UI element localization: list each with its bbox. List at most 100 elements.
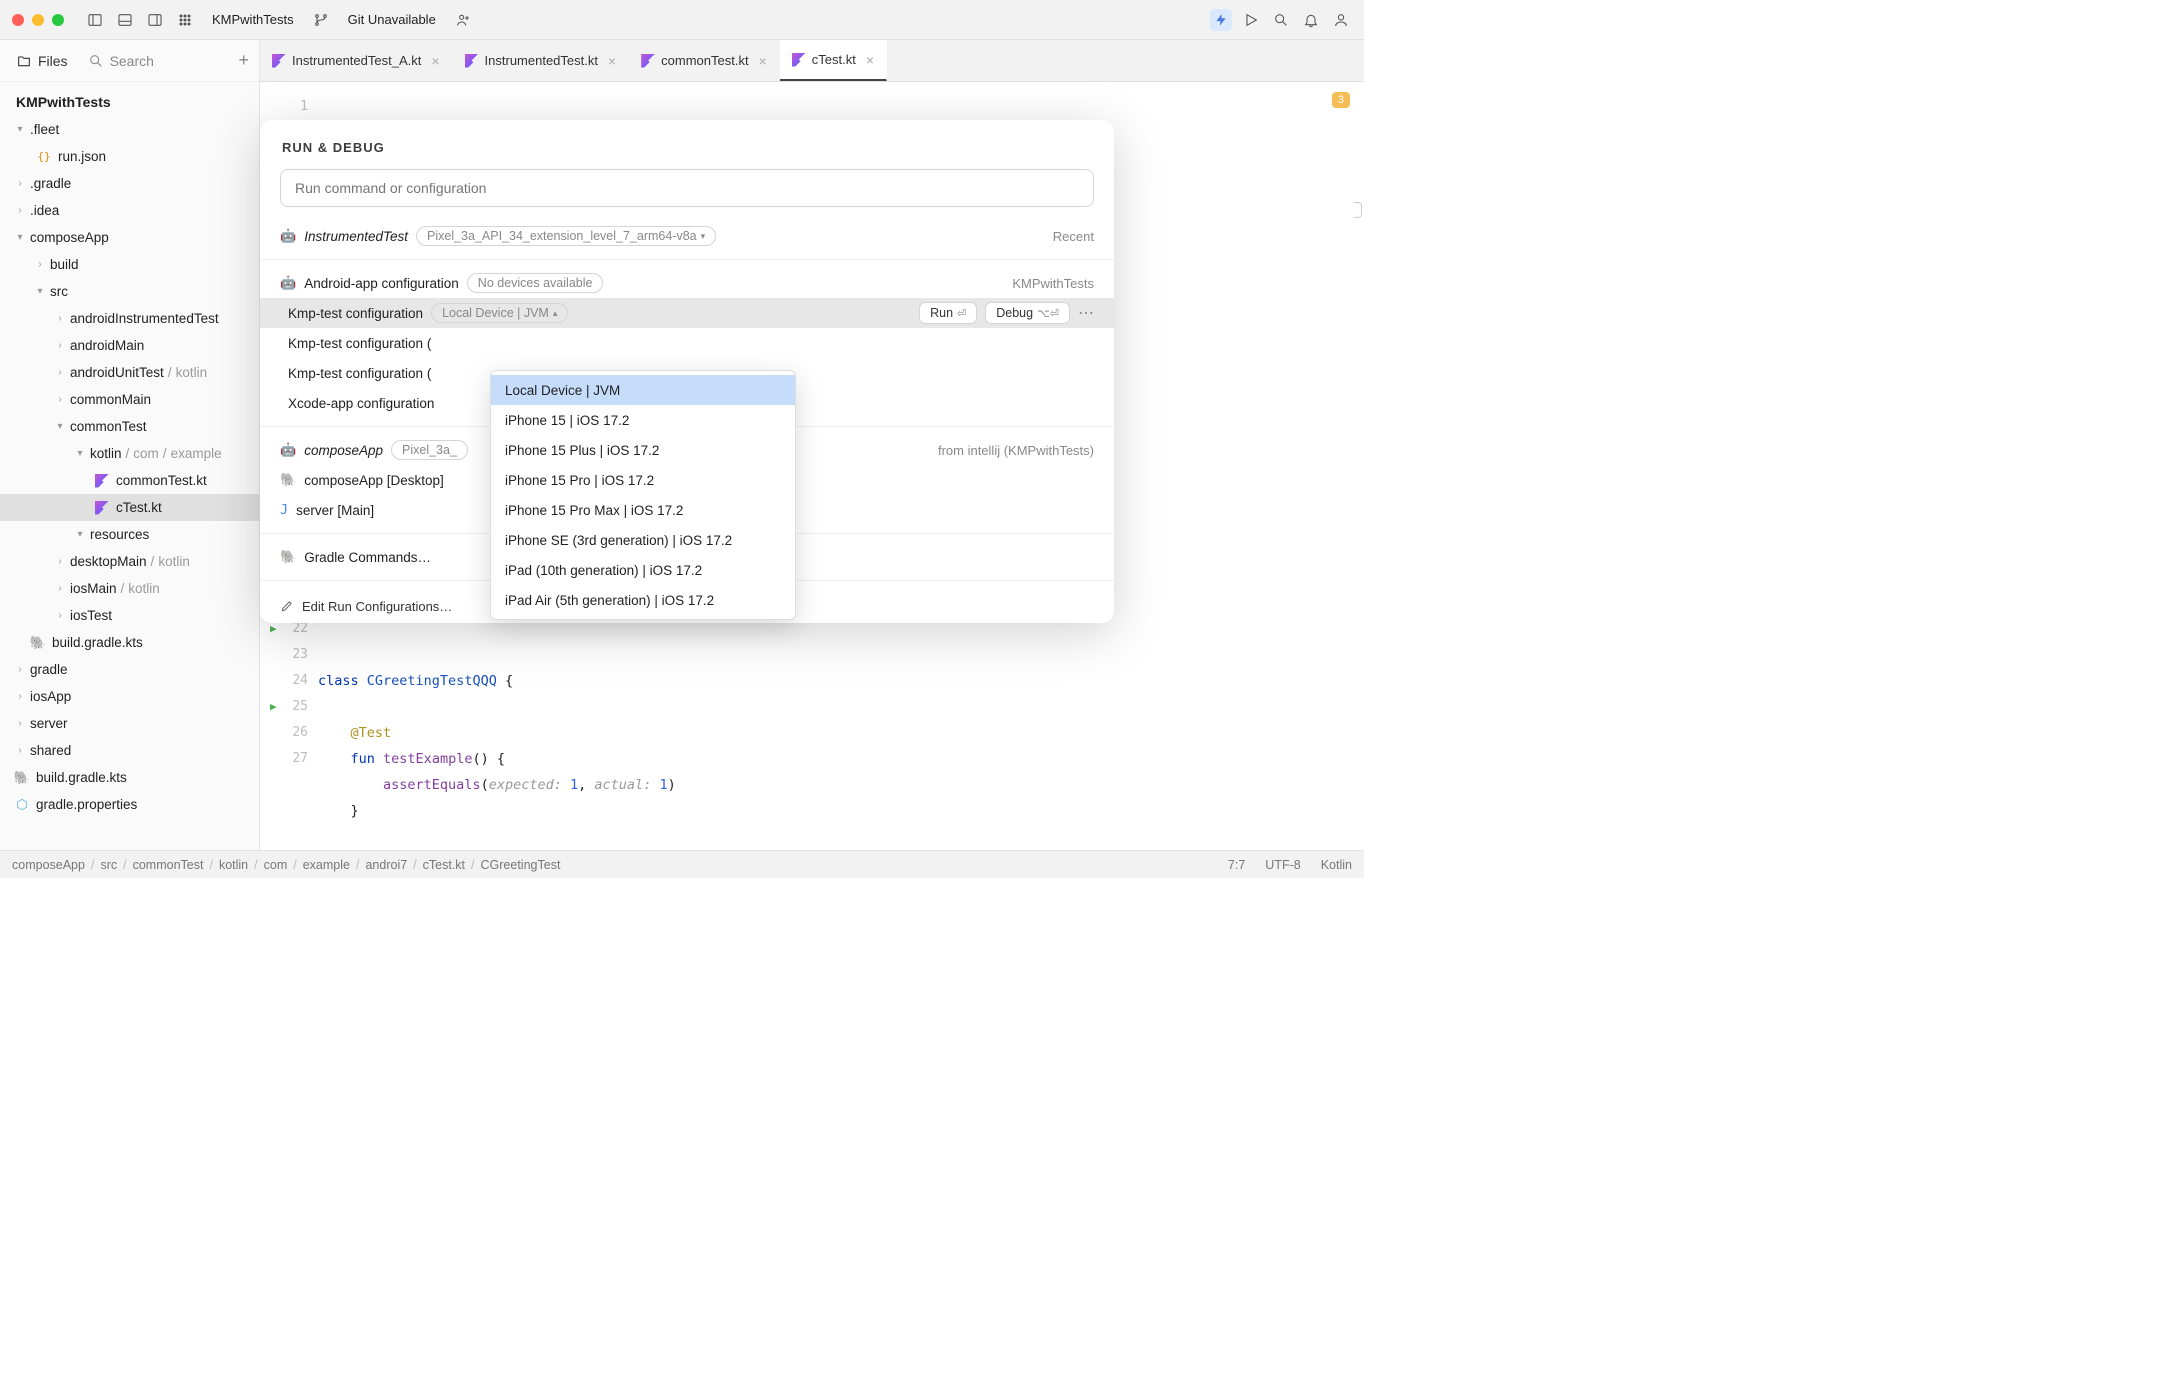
add-panel-icon[interactable]: +	[238, 50, 249, 71]
kotlin-icon	[272, 54, 286, 68]
tab-instrumented-a[interactable]: InstrumentedTest_A.kt×	[260, 40, 453, 81]
dropdown-item[interactable]: iPhone 15 Pro | iOS 17.2	[491, 465, 795, 495]
device-chip[interactable]: Pixel_3a_API_34_extension_level_7_arm64-…	[416, 226, 716, 246]
tree-file-runjson[interactable]: {}run.json	[0, 143, 259, 170]
tree-folder-androidunittest[interactable]: ›androidUnitTest/kotlin	[0, 359, 259, 386]
tree-folder-android-instrumented[interactable]: ›androidInstrumentedTest	[0, 305, 259, 332]
section-label-recent: Recent	[1053, 229, 1094, 244]
breadcrumb[interactable]: cTest.kt	[423, 858, 465, 872]
popup-search-input[interactable]	[280, 169, 1094, 207]
pencil-icon	[280, 599, 294, 613]
more-icon[interactable]: ⋯	[1078, 303, 1094, 323]
dropdown-item[interactable]: iPhone SE (3rd generation) | iOS 17.2	[491, 525, 795, 555]
tree-folder-idea[interactable]: ›.idea	[0, 197, 259, 224]
tree-file-gradle-properties[interactable]: ⬡gradle.properties	[0, 791, 259, 818]
close-icon[interactable]: ×	[608, 53, 616, 69]
tree-folder-iostest[interactable]: ›iosTest	[0, 602, 259, 629]
config-kmp-test-2[interactable]: Kmp-test configuration (	[260, 328, 1114, 358]
breadcrumb[interactable]: kotlin	[219, 858, 248, 872]
device-chip[interactable]: Pixel_3a_	[391, 440, 468, 460]
tab-ctest[interactable]: cTest.kt×	[780, 40, 887, 81]
breadcrumb[interactable]: androi7	[365, 858, 407, 872]
config-kmp-test-1[interactable]: Kmp-test configuration Local Device | JV…	[260, 298, 1114, 328]
encoding[interactable]: UTF-8	[1265, 858, 1300, 872]
gear-icon: ⬡	[14, 797, 30, 813]
branch-icon[interactable]	[310, 9, 332, 31]
tab-instrumented[interactable]: InstrumentedTest.kt×	[453, 40, 630, 81]
tree-folder-composeapp[interactable]: ▾composeApp	[0, 224, 259, 251]
tree-folder-build[interactable]: ›build	[0, 251, 259, 278]
ai-icon[interactable]	[1210, 9, 1232, 31]
gradle-icon: 🐘	[14, 770, 30, 786]
panel-bottom-icon[interactable]	[114, 9, 136, 31]
git-status[interactable]: Git Unavailable	[348, 12, 436, 27]
fold-handle-icon[interactable]	[1354, 202, 1362, 218]
dropdown-item[interactable]: iPad Air (5th generation) | iOS 17.2	[491, 585, 795, 615]
device-chip[interactable]: Local Device | JVM▴	[431, 303, 568, 323]
breadcrumb[interactable]: com	[264, 858, 288, 872]
files-tab[interactable]: Files	[10, 49, 74, 73]
tree-folder-iosapp[interactable]: ›iosApp	[0, 683, 259, 710]
tree-file-ctest-kt[interactable]: cTest.kt	[0, 494, 259, 521]
project-name[interactable]: KMPwithTests	[212, 12, 294, 27]
tree-file-commontest-kt[interactable]: commonTest.kt	[0, 467, 259, 494]
gradle-icon: 🐘	[30, 635, 46, 651]
breadcrumb[interactable]: src	[100, 858, 117, 872]
warning-badge[interactable]: 3	[1332, 92, 1350, 108]
tree-folder-kotlin-path[interactable]: ▾kotlin/com/example	[0, 440, 259, 467]
tree-folder-androidmain[interactable]: ›androidMain	[0, 332, 259, 359]
tree-folder-desktopmain[interactable]: ›desktopMain/kotlin	[0, 548, 259, 575]
dropdown-item[interactable]: iPhone 15 Plus | iOS 17.2	[491, 435, 795, 465]
breadcrumb[interactable]: composeApp	[12, 858, 85, 872]
tree-folder-gradle-root[interactable]: ›gradle	[0, 656, 259, 683]
breadcrumb[interactable]: CGreetingTest	[481, 858, 561, 872]
add-user-icon[interactable]	[452, 9, 474, 31]
bell-icon[interactable]	[1300, 9, 1322, 31]
minimize-window-button[interactable]	[32, 14, 44, 26]
java-icon: J	[280, 502, 288, 518]
tree-folder-shared[interactable]: ›shared	[0, 737, 259, 764]
file-tree: ▾.fleet {}run.json ›.gradle ›.idea ▾comp…	[0, 116, 259, 850]
search-icon[interactable]	[1270, 9, 1292, 31]
dropdown-item[interactable]: Local Device | JVM	[491, 375, 795, 405]
panel-left-icon[interactable]	[84, 9, 106, 31]
language-mode[interactable]: Kotlin	[1321, 858, 1352, 872]
debug-button[interactable]: Debug⌥⏎	[985, 302, 1070, 324]
dropdown-item[interactable]: iPhone 15 | iOS 17.2	[491, 405, 795, 435]
close-icon[interactable]: ×	[759, 53, 767, 69]
section-label-project: KMPwithTests	[1012, 276, 1094, 291]
tree-folder-commonmain[interactable]: ›commonMain	[0, 386, 259, 413]
tree-file-build-gradle-root[interactable]: 🐘build.gradle.kts	[0, 764, 259, 791]
device-dropdown: Local Device | JVM iPhone 15 | iOS 17.2 …	[490, 370, 796, 620]
close-icon[interactable]: ×	[866, 52, 874, 68]
dropdown-item[interactable]: iPhone 15 Pro Max | iOS 17.2	[491, 495, 795, 525]
user-icon[interactable]	[1330, 9, 1352, 31]
close-window-button[interactable]	[12, 14, 24, 26]
grid-icon[interactable]	[174, 9, 196, 31]
tree-folder-gradle[interactable]: ›.gradle	[0, 170, 259, 197]
breadcrumb[interactable]: example	[303, 858, 350, 872]
dropdown-item[interactable]: iPad (10th generation) | iOS 17.2	[491, 555, 795, 585]
run-gutter-icon[interactable]: ▶	[270, 694, 277, 720]
tree-file-build-gradle[interactable]: 🐘build.gradle.kts	[0, 629, 259, 656]
maximize-window-button[interactable]	[52, 14, 64, 26]
panel-right-icon[interactable]	[144, 9, 166, 31]
tree-folder-resources[interactable]: ▾resources	[0, 521, 259, 548]
gradle-icon: 🐘	[280, 472, 296, 488]
sidebar: Files Search + KMPwithTests ▾.fleet {}ru…	[0, 40, 260, 850]
tab-commontest[interactable]: commonTest.kt×	[629, 40, 780, 81]
tree-folder-fleet[interactable]: ▾.fleet	[0, 116, 259, 143]
device-chip[interactable]: No devices available	[467, 273, 604, 293]
tree-folder-server[interactable]: ›server	[0, 710, 259, 737]
config-android-app[interactable]: 🤖 Android-app configuration No devices a…	[260, 268, 1114, 298]
close-icon[interactable]: ×	[431, 53, 439, 69]
config-instrumented-test[interactable]: 🤖 InstrumentedTest Pixel_3a_API_34_exten…	[260, 221, 1114, 251]
cursor-position[interactable]: 7:7	[1228, 858, 1245, 872]
search-tab[interactable]: Search	[82, 49, 160, 73]
tree-folder-commontest[interactable]: ▾commonTest	[0, 413, 259, 440]
tree-folder-src[interactable]: ▾src	[0, 278, 259, 305]
breadcrumb[interactable]: commonTest	[133, 858, 204, 872]
tree-folder-iosmain[interactable]: ›iosMain/kotlin	[0, 575, 259, 602]
run-button[interactable]: Run⏎	[919, 302, 977, 324]
run-icon[interactable]	[1240, 9, 1262, 31]
